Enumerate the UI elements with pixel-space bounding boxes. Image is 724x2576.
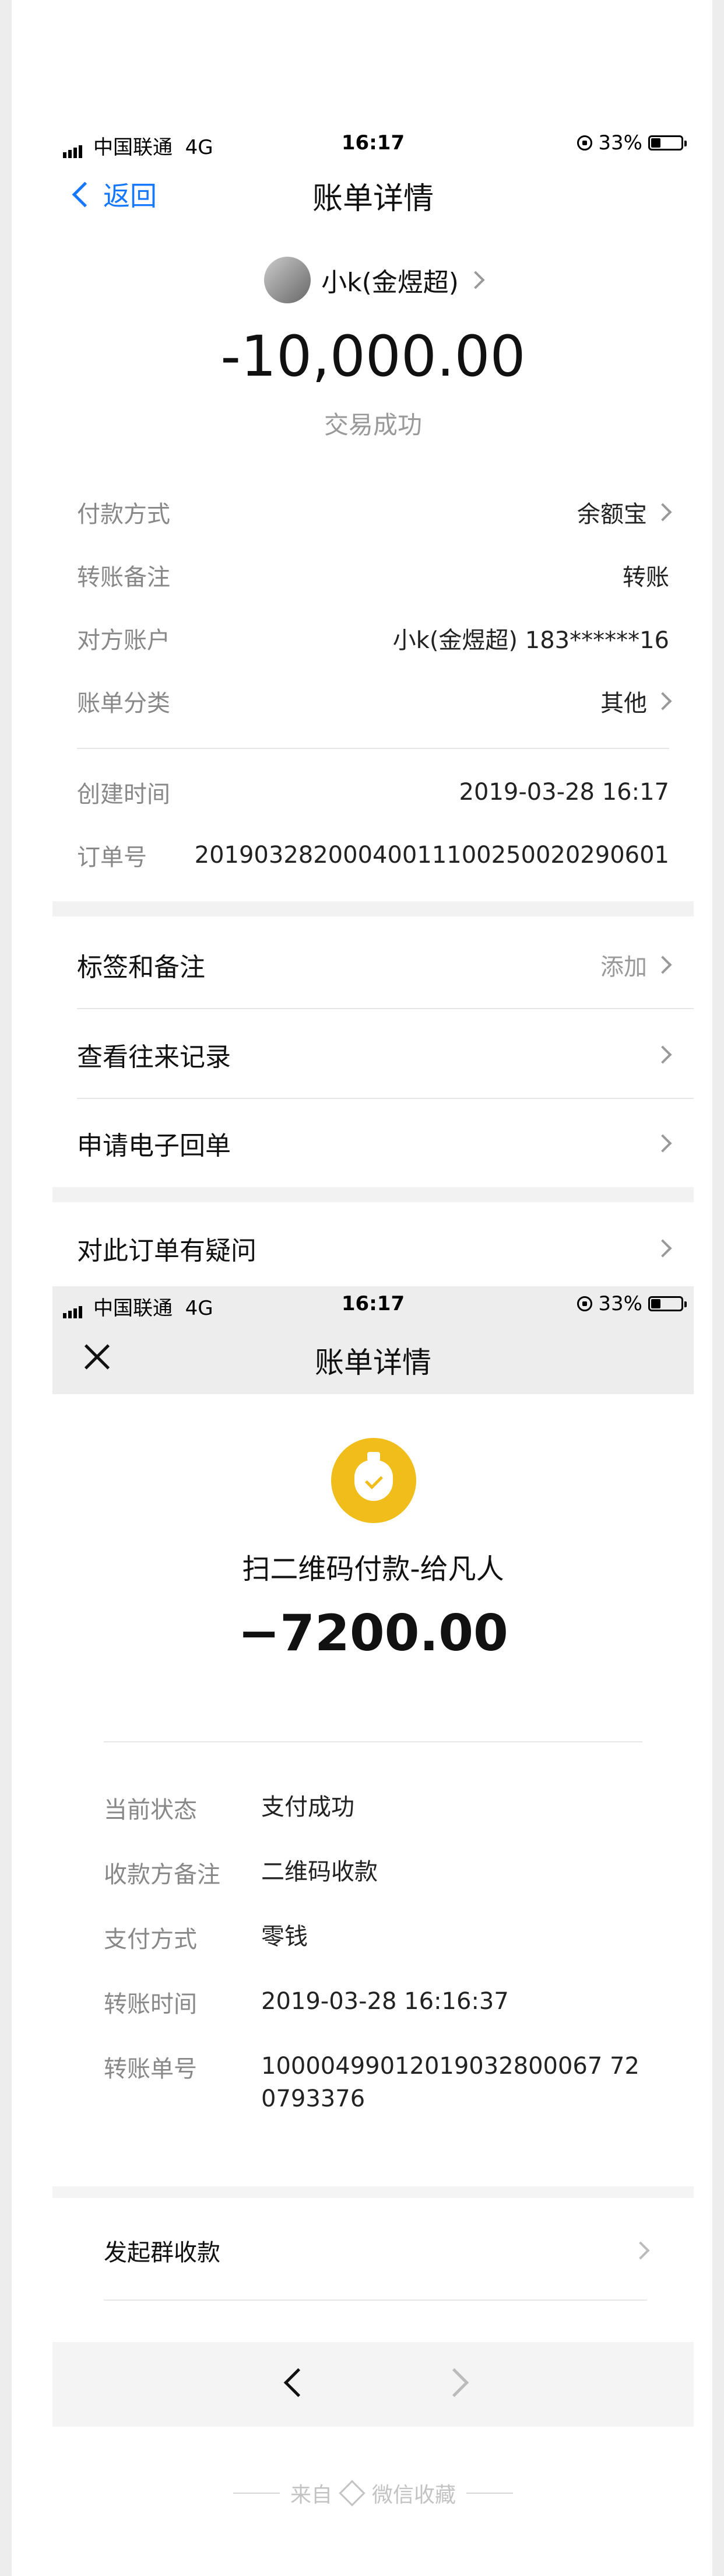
battery-icon — [648, 135, 687, 150]
detail-row-transfer-time: 转账时间 2019-03-28 16:16:37 — [104, 1988, 509, 2018]
detail-row-status: 当前状态 支付成功 — [104, 1794, 354, 1824]
section-gap — [52, 1187, 694, 1202]
nav-bar: 返回 账单详情 — [52, 169, 694, 222]
avatar — [264, 257, 311, 303]
collage: 中国联通 4G 16:17 33% 返回 账单详情 小k(金煜超) -10,00… — [52, 0, 694, 2576]
section-gap — [52, 2186, 694, 2198]
amount: −7200.00 — [238, 1604, 508, 1662]
chevron-right-icon — [631, 2241, 650, 2260]
chevron-right-icon — [653, 692, 672, 710]
detail-row-order: 订单号 20190328200040011100250020290601 — [77, 842, 669, 871]
detail-row-payment-method: 支付方式 零钱 — [104, 1923, 308, 1953]
money-bag-icon — [331, 1438, 416, 1523]
menu-group-collect[interactable]: 发起群收款 — [104, 2227, 650, 2274]
menu-e-receipt[interactable]: 申请电子回单 — [77, 1120, 672, 1167]
nav-bar: 账单详情 — [52, 1318, 694, 1394]
divider — [77, 748, 669, 749]
section-gap — [52, 901, 694, 916]
detail-row-category[interactable]: 账单分类 其他 — [77, 684, 672, 719]
battery-percent: 33% — [598, 1292, 642, 1315]
divider — [104, 1741, 642, 1742]
browser-toolbar — [52, 2342, 694, 2427]
page-title: 账单详情 — [315, 1346, 431, 1380]
screenshot-sheet: 中国联通 4G 16:17 33% 返回 账单详情 小k(金煜超) -10,00… — [12, 0, 712, 2576]
chevron-right-icon — [653, 1134, 672, 1153]
page-title: 账单详情 — [312, 181, 434, 216]
chevron-right-icon — [653, 956, 672, 974]
cube-icon — [339, 2480, 365, 2507]
transfer-no-line1: 10000499012019032800067 72 — [261, 2053, 639, 2080]
chevron-right-icon — [653, 1045, 672, 1064]
source-footer: 来自 微信收藏 — [52, 2478, 694, 2508]
detail-row-created: 创建时间 2019-03-28 16:17 — [77, 779, 669, 808]
battery-percent: 33% — [598, 131, 642, 155]
menu-history[interactable]: 查看往来记录 — [77, 1031, 672, 1078]
amount: -10,000.00 — [220, 324, 526, 389]
transfer-no-line2: 0793376 — [261, 2085, 365, 2112]
chevron-right-icon — [653, 503, 672, 522]
detail-row-payee-remark: 收款方备注 二维码收款 — [104, 1859, 378, 1888]
merchant-title: 扫二维码付款-给凡人 — [242, 1553, 504, 1586]
status-bar: 中国联通 4G 16:17 33% — [52, 1286, 694, 1320]
counterparty-link[interactable]: 小k(金煜超) — [52, 257, 694, 303]
detail-row-account: 对方账户 小k(金煜超) 183******16 — [77, 627, 669, 654]
detail-row-transfer-no: 转账单号 10000499012019032800067 72 0793376 — [104, 2053, 639, 2112]
detail-row-payment-method[interactable]: 付款方式 余额宝 — [77, 495, 672, 530]
status-bar: 中国联通 4G 16:17 33% — [52, 125, 694, 160]
rotation-lock-icon — [577, 1296, 593, 1311]
chevron-right-icon — [653, 1239, 672, 1258]
battery-icon — [648, 1296, 687, 1311]
menu-order-question[interactable]: 对此订单有疑问 — [77, 1225, 672, 1272]
forward-arrow-icon[interactable] — [440, 2368, 469, 2398]
chevron-right-icon — [466, 271, 485, 289]
menu-tags-notes[interactable]: 标签和备注 添加 — [77, 942, 672, 988]
divider — [104, 2300, 647, 2301]
rotation-lock-icon — [577, 135, 593, 150]
status-text: 交易成功 — [324, 411, 422, 439]
divider — [77, 1098, 694, 1099]
back-arrow-icon[interactable] — [283, 2368, 313, 2398]
detail-row-remark: 转账备注 转账 — [77, 564, 669, 591]
divider — [77, 1008, 694, 1009]
